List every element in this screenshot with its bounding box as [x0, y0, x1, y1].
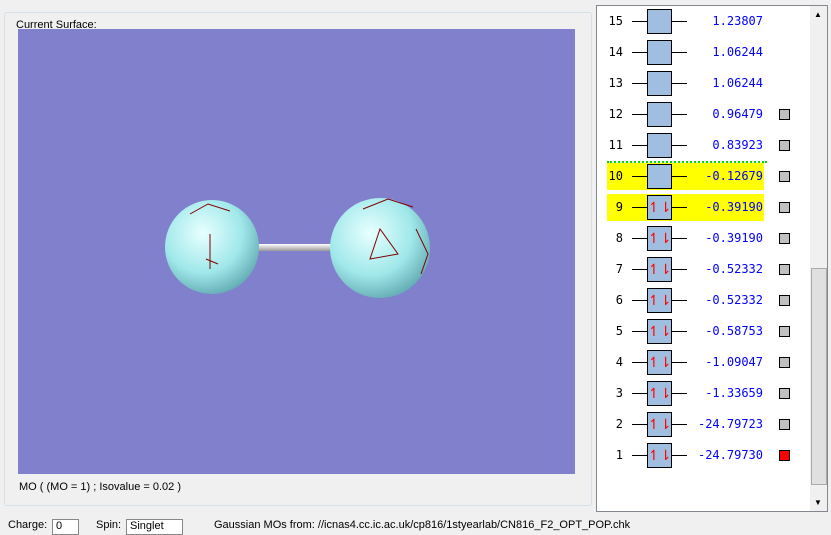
- orbital-energy: -24.79730: [697, 448, 763, 462]
- empty-orbital-box[interactable]: [647, 40, 672, 65]
- scroll-down-icon[interactable]: ▼: [814, 498, 822, 507]
- orbital-energy: -0.52332: [705, 293, 763, 307]
- atom-f1: [165, 200, 259, 294]
- mo-status: MO ( (MO = 1) ; Isovalue = 0.02 ): [19, 481, 181, 493]
- surface-checkbox[interactable]: [779, 388, 790, 399]
- scrollbar[interactable]: ▲ ▼: [810, 6, 827, 511]
- orbital-energy: -0.58753: [705, 324, 763, 338]
- orbital-energy: 1.06244: [712, 45, 763, 59]
- orbital-row[interactable]: 8 ↿⇂ -0.39190: [597, 225, 807, 252]
- surface-checkbox[interactable]: [779, 202, 790, 213]
- orbital-row[interactable]: 7 ↿⇂ -0.52332: [597, 256, 807, 283]
- spin-select[interactable]: Singlet: [126, 519, 183, 535]
- molecule-render: [165, 198, 430, 298]
- atom-f2: [330, 198, 430, 298]
- orbital-row[interactable]: 12 0.96479: [597, 101, 807, 128]
- orbital-row[interactable]: 15 1.23807: [597, 8, 807, 35]
- orbital-number: 10: [608, 169, 623, 183]
- occupied-electrons-icon[interactable]: ↿⇂: [647, 412, 672, 437]
- orbital-row[interactable]: 9 ↿⇂ -0.39190: [597, 194, 807, 221]
- orbital-number: 12: [608, 107, 623, 121]
- orbital-energy: -24.79723: [697, 417, 763, 431]
- orbital-energy: -0.39190: [705, 231, 763, 245]
- orbital-number: 9: [615, 200, 623, 214]
- orbital-row[interactable]: 14 1.06244: [597, 39, 807, 66]
- surface-checkbox[interactable]: [779, 450, 790, 461]
- orbital-row[interactable]: 10 -0.12679: [597, 163, 807, 190]
- orbital-number: 8: [615, 231, 623, 245]
- orbital-number: 2: [615, 417, 623, 431]
- orbital-number: 5: [615, 324, 623, 338]
- orbital-number: 4: [615, 355, 623, 369]
- occupied-electrons-icon[interactable]: ↿⇂: [647, 288, 672, 313]
- molecule-viewport[interactable]: [18, 29, 575, 474]
- empty-orbital-box[interactable]: [647, 133, 672, 158]
- orbital-energy: 0.96479: [712, 107, 763, 121]
- occupied-electrons-icon[interactable]: ↿⇂: [647, 195, 672, 220]
- empty-orbital-box[interactable]: [647, 164, 672, 189]
- surface-checkbox[interactable]: [779, 109, 790, 120]
- scroll-up-icon[interactable]: ▲: [814, 10, 822, 19]
- surface-checkbox[interactable]: [779, 264, 790, 275]
- orbital-number: 14: [608, 45, 623, 59]
- orbital-number: 11: [608, 138, 623, 152]
- orbital-row[interactable]: 3 ↿⇂ -1.33659: [597, 380, 807, 407]
- surface-checkbox[interactable]: [779, 295, 790, 306]
- mo-energy-list[interactable]: 15 1.23807 14 1.06244 13 1.06244 12 0.96479…: [596, 5, 828, 512]
- orbital-number: 3: [615, 386, 623, 400]
- charge-input[interactable]: 0: [52, 519, 79, 535]
- orbital-row[interactable]: 5 ↿⇂ -0.58753: [597, 318, 807, 345]
- orbital-row[interactable]: 2 ↿⇂ -24.79723: [597, 411, 807, 438]
- occupied-electrons-icon[interactable]: ↿⇂: [647, 226, 672, 251]
- empty-orbital-box[interactable]: [647, 71, 672, 96]
- occupied-electrons-icon[interactable]: ↿⇂: [647, 350, 672, 375]
- surface-checkbox[interactable]: [779, 326, 790, 337]
- orbital-number: 6: [615, 293, 623, 307]
- orbital-number: 1: [615, 448, 623, 462]
- orbital-row[interactable]: 11 0.83923: [597, 132, 807, 159]
- scrollbar-thumb[interactable]: [811, 268, 827, 485]
- charge-label: Charge:: [8, 519, 48, 531]
- surface-checkbox[interactable]: [779, 140, 790, 151]
- orbital-energy: -0.12679: [705, 169, 763, 183]
- occupied-electrons-icon[interactable]: ↿⇂: [647, 443, 672, 468]
- bond: [253, 244, 338, 251]
- orbital-energy: 1.06244: [712, 76, 763, 90]
- orbital-energy: -1.09047: [705, 355, 763, 369]
- orbital-energy: 0.83923: [712, 138, 763, 152]
- surface-checkbox[interactable]: [779, 233, 790, 244]
- surface-checkbox[interactable]: [779, 419, 790, 430]
- orbital-energy: -1.33659: [705, 386, 763, 400]
- mo-source: Gaussian MOs from: //icnas4.cc.ic.ac.uk/…: [214, 519, 631, 531]
- orbital-row[interactable]: 1 ↿⇂ -24.79730: [597, 442, 807, 469]
- occupied-electrons-icon[interactable]: ↿⇂: [647, 257, 672, 282]
- surface-checkbox[interactable]: [779, 357, 790, 368]
- orbital-row[interactable]: 4 ↿⇂ -1.09047: [597, 349, 807, 376]
- occupied-electrons-icon[interactable]: ↿⇂: [647, 319, 672, 344]
- surface-checkbox[interactable]: [779, 171, 790, 182]
- orbital-number: 13: [608, 76, 623, 90]
- orbital-energy: 1.23807: [712, 14, 763, 28]
- empty-orbital-box[interactable]: [647, 102, 672, 127]
- empty-orbital-box[interactable]: [647, 9, 672, 34]
- orbital-row[interactable]: 13 1.06244: [597, 70, 807, 97]
- orbital-energy: -0.39190: [705, 200, 763, 214]
- orbital-number: 7: [615, 262, 623, 276]
- orbital-row[interactable]: 6 ↿⇂ -0.52332: [597, 287, 807, 314]
- occupied-electrons-icon[interactable]: ↿⇂: [647, 381, 672, 406]
- spin-label: Spin:: [96, 519, 122, 531]
- orbital-energy: -0.52332: [705, 262, 763, 276]
- orbital-number: 15: [608, 14, 623, 28]
